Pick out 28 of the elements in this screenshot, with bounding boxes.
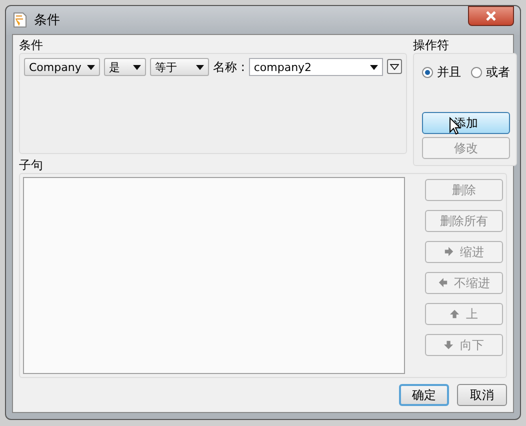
name-combo-field[interactable]: company2: [248, 58, 383, 76]
group-label: 操作符: [412, 38, 450, 53]
dropdown[interactable]: 是: [104, 58, 146, 76]
field-label: 名称 :: [213, 59, 245, 76]
dropdown-arrow-icon: [133, 64, 141, 70]
dropdown-arrow-icon: [370, 64, 378, 70]
group-label: 子句: [19, 158, 44, 173]
window-title: 条件: [34, 12, 60, 29]
close-button[interactable]: [468, 6, 514, 26]
radio-label: 并且: [436, 64, 461, 81]
radio-button[interactable]: [470, 67, 482, 78]
arrow-icon: [450, 309, 460, 319]
close-icon: [485, 11, 497, 21]
document-icon: [12, 12, 28, 28]
dropdown-arrow-icon: [87, 64, 96, 70]
dialog-button[interactable]: 取消: [457, 384, 507, 406]
dropdown[interactable]: Company: [24, 58, 100, 76]
dropdown-arrow-icon: [390, 64, 399, 70]
expand-button[interactable]: [386, 59, 402, 74]
dropdown-arrow-icon: [196, 64, 204, 70]
dialog-button[interactable]: 确定: [399, 384, 449, 406]
arrow-icon: [438, 278, 448, 288]
group-label: 条件: [19, 38, 44, 53]
radio-button[interactable]: [422, 67, 433, 78]
arrow-icon: [444, 247, 454, 257]
arrow-icon: [444, 340, 454, 350]
dropdown[interactable]: 等于: [150, 58, 209, 76]
radio-label: 或者: [486, 64, 510, 81]
